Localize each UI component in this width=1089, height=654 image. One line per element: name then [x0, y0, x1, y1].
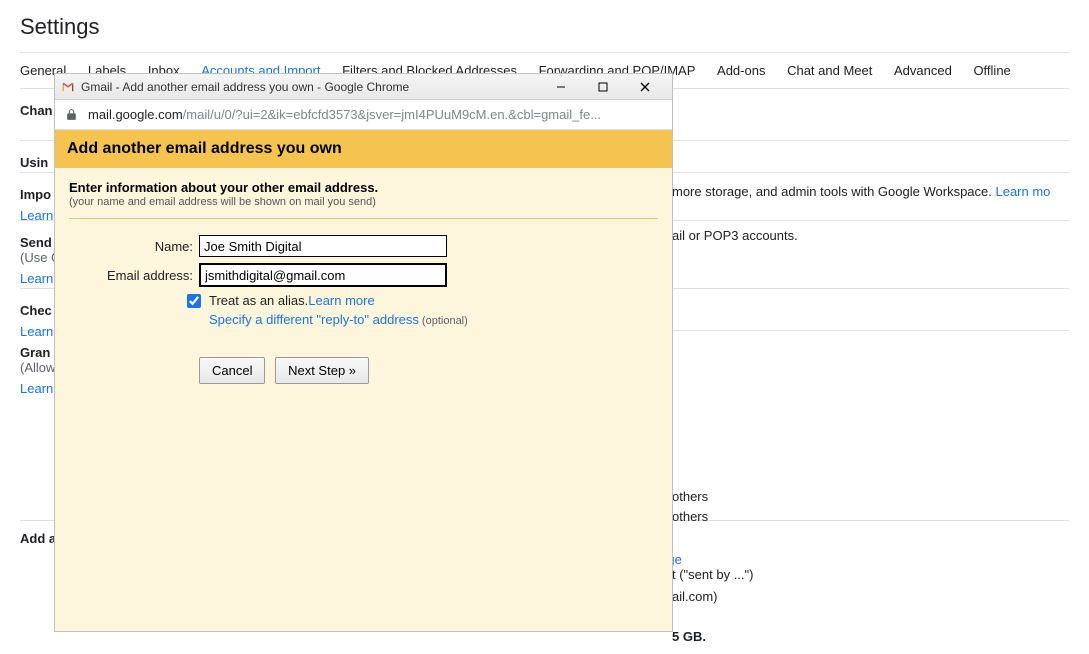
fragment-ailcom: ail.com): [672, 589, 718, 604]
section-title: Impo: [20, 187, 51, 202]
popup-body: Add another email address you own Enter …: [55, 130, 672, 631]
learn-more-link[interactable]: Learn: [20, 381, 53, 396]
email-input[interactable]: [199, 263, 447, 287]
replyto-row: Specify a different "reply-to" address (…: [209, 312, 658, 327]
section-title: Chec: [20, 303, 52, 318]
section-title: Chan: [20, 103, 53, 118]
alias-learn-more-link[interactable]: Learn more: [308, 293, 374, 308]
name-input[interactable]: [199, 235, 447, 257]
maximize-button[interactable]: [582, 76, 624, 98]
url-host: mail.google.com: [88, 107, 183, 122]
learn-more-link[interactable]: Learn mo: [995, 184, 1050, 199]
section-title: Send: [20, 235, 52, 250]
next-step-button[interactable]: Next Step »: [275, 357, 369, 384]
window-buttons: [540, 76, 666, 98]
replyto-link[interactable]: Specify a different "reply-to" address: [209, 312, 419, 327]
tab-addons[interactable]: Add-ons: [717, 63, 765, 78]
learn-more-link[interactable]: Learn: [20, 271, 53, 286]
learn-more-link[interactable]: Learn: [20, 324, 53, 339]
fragment-sentby: t ("sent by ..."): [672, 567, 753, 582]
close-button[interactable]: [624, 76, 666, 98]
alias-row: Treat as an alias. Learn more: [187, 293, 658, 308]
url-path: /mail/u/0/?ui=2&ik=ebfcfd3573&jsver=jmI4…: [183, 107, 601, 122]
tab-chat[interactable]: Chat and Meet: [787, 63, 872, 78]
window-titlebar: Gmail - Add another email address you ow…: [55, 74, 672, 100]
dialog-header: Add another email address you own: [55, 130, 672, 168]
instruction-text: Enter information about your other email…: [69, 180, 658, 195]
cancel-button[interactable]: Cancel: [199, 357, 265, 384]
name-row: Name:: [69, 235, 658, 257]
email-row: Email address:: [69, 263, 658, 287]
dialog-inner: Enter information about your other email…: [55, 168, 672, 402]
page-title: Settings: [20, 0, 1069, 52]
section-title: Usin: [20, 155, 48, 170]
tab-offline[interactable]: Offline: [973, 63, 1010, 78]
divider: [69, 218, 658, 219]
gmail-icon: [61, 80, 75, 94]
button-row: Cancel Next Step »: [199, 357, 658, 384]
fragment-workspace: more storage, and admin tools with Googl…: [672, 184, 1050, 199]
address-bar: mail.google.com/mail/u/0/?ui=2&ik=ebfcfd…: [55, 100, 672, 130]
fragment-others2: others: [672, 509, 708, 524]
window-title-text: Gmail - Add another email address you ow…: [81, 80, 540, 94]
fragment-gb: 5 GB.: [672, 629, 706, 644]
section-title: Gran: [20, 345, 50, 360]
minimize-button[interactable]: [540, 76, 582, 98]
email-label: Email address:: [69, 268, 199, 283]
tab-advanced[interactable]: Advanced: [894, 63, 952, 78]
fragment-pop3: ail or POP3 accounts.: [672, 228, 798, 243]
section-title: Add a: [20, 531, 56, 546]
optional-text: (optional): [419, 315, 468, 327]
fragment-others1: others: [672, 489, 708, 504]
instruction-subtext: (your name and email address will be sho…: [69, 196, 658, 208]
alias-label: Treat as an alias.: [209, 293, 308, 308]
learn-more-link[interactable]: Learn: [20, 208, 53, 223]
popup-window: Gmail - Add another email address you ow…: [55, 74, 672, 631]
name-label: Name:: [69, 239, 199, 254]
alias-checkbox[interactable]: [187, 294, 201, 308]
lock-icon: [65, 108, 78, 121]
